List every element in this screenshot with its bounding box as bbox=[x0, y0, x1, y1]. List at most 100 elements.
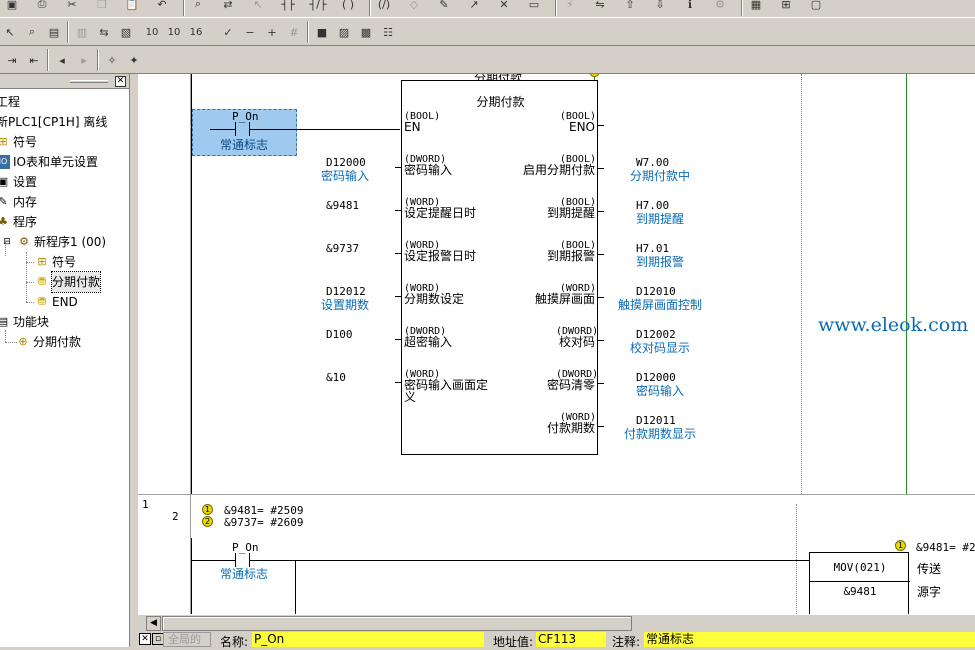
cut-icon[interactable]: ✂ bbox=[62, 0, 82, 14]
monitor-icon[interactable]: ▭ bbox=[524, 0, 544, 14]
search-icon[interactable]: ⌕ bbox=[22, 22, 42, 42]
zoom-in-icon[interactable]: + bbox=[262, 22, 282, 42]
find-icon[interactable]: ⌕ bbox=[188, 0, 208, 14]
panel-splitter[interactable] bbox=[130, 74, 138, 647]
undo-icon[interactable]: ↶ bbox=[152, 0, 172, 14]
fb-output-stub bbox=[598, 297, 604, 298]
comment-field[interactable]: 常通标志 bbox=[644, 632, 975, 647]
instruction-label: 源字 bbox=[917, 585, 942, 599]
replace-icon[interactable]: ⇄ bbox=[218, 0, 238, 14]
nav-next-icon[interactable]: ▸ bbox=[74, 50, 94, 70]
symbol-status-bar: ✕ ▫ 全局的 名称: P_On 地址值: CF113 注释: 常通标志 bbox=[138, 631, 975, 649]
contact-no-icon[interactable]: ┤├ bbox=[278, 0, 298, 14]
paste-icon[interactable]: 📋 bbox=[122, 0, 142, 14]
tree-item-plc[interactable]: 新PLC1[CP1H] 离线 bbox=[0, 112, 107, 132]
pen-icon[interactable]: ✎ bbox=[434, 0, 454, 14]
collapse-icon[interactable]: ⊟ bbox=[0, 235, 14, 249]
tool-icon[interactable]: ✦ bbox=[124, 50, 144, 70]
toolbar-number-button[interactable]: 10 bbox=[164, 22, 184, 42]
global-checkbox[interactable]: 全局的 bbox=[163, 632, 211, 647]
program-icon[interactable]: ▤ bbox=[44, 22, 64, 42]
nav-prev-icon[interactable]: ◂ bbox=[52, 50, 72, 70]
fb-input-stub bbox=[395, 210, 401, 211]
coil-icon[interactable]: ( ) bbox=[338, 0, 358, 14]
ladder-editor[interactable]: 分期付款 P_On 常通标志 分期付款 (BOOL)EN(DWORD)密码输入D… bbox=[138, 74, 975, 614]
io-table-icon[interactable]: ☷ bbox=[378, 22, 398, 42]
name-field[interactable]: P_On bbox=[252, 632, 484, 647]
grid-icon[interactable]: # bbox=[284, 22, 304, 42]
tree-item-label: 功能块 bbox=[13, 315, 50, 329]
tree-item-project[interactable]: 工程 bbox=[0, 92, 20, 112]
layout-icon[interactable]: ▩ bbox=[356, 22, 376, 42]
tree-item-program-symbols[interactable]: ⊞ 符号 bbox=[35, 252, 76, 272]
pointer-icon[interactable]: ↖ bbox=[0, 22, 20, 42]
print-icon[interactable]: ⎙ bbox=[32, 0, 52, 14]
toolbar-separator bbox=[183, 0, 185, 16]
tree-item-function-blocks[interactable]: ▤ 功能块 bbox=[0, 312, 49, 332]
coil-nc-icon[interactable]: (/) bbox=[374, 0, 394, 14]
block-icon[interactable]: ■ bbox=[312, 22, 332, 42]
cursor-icon[interactable]: ↗ bbox=[464, 0, 484, 14]
instruction-title: MOV(021) bbox=[833, 561, 887, 574]
chart-icon[interactable]: ▨ bbox=[334, 22, 354, 42]
check-icon[interactable]: ✓ bbox=[218, 22, 238, 42]
toolbar-row-1: ▣ ⎙ ✂ ❐ 📋 ↶ ⌕ ⇄ ↖ ┤├ ┤/├ ( ) (/) ◇ ✎ ↗ ✕ ▭ ⚡ ⇋ ⇧ ⇩ ℹ ⚙ ▦ ⊞ ▢ bbox=[0, 0, 975, 18]
zoom-out-icon[interactable]: − bbox=[240, 22, 260, 42]
rung-separator bbox=[138, 494, 975, 495]
scroll-left-icon[interactable]: ◀ bbox=[146, 616, 161, 631]
fb-output-name: 校对码 bbox=[558, 335, 595, 349]
copy-icon[interactable]: ❐ bbox=[92, 0, 112, 14]
tree-item-new-program[interactable]: ⊟ ⚙ 新程序1 (00) bbox=[0, 232, 106, 252]
fb-input-operand: &9481 bbox=[326, 199, 360, 212]
contact-wire bbox=[250, 129, 400, 130]
tree-item-fb-installment[interactable]: ⊕ 分期付款 bbox=[16, 332, 81, 352]
toolbar-number-button[interactable]: 10 bbox=[142, 22, 162, 42]
memory-icon[interactable]: ▦ bbox=[746, 0, 766, 14]
fb-output-stub bbox=[598, 383, 604, 384]
tree-item-end[interactable]: ⛃ END bbox=[35, 292, 78, 312]
function-block-folder-icon: ▤ bbox=[0, 315, 9, 328]
save-icon[interactable]: ▣ bbox=[2, 0, 22, 14]
fb-output-stub bbox=[598, 340, 604, 341]
compare-icon[interactable]: ⇋ bbox=[590, 0, 610, 14]
fb-output-name: 密码清零 bbox=[546, 378, 595, 392]
tree-item-symbols[interactable]: ⊞ 符号 bbox=[0, 132, 37, 152]
tree-item-settings[interactable]: ▣ 设置 bbox=[0, 172, 37, 192]
tree-item-programs[interactable]: ♣ 程序 bbox=[0, 212, 37, 232]
wand-icon[interactable]: ✧ bbox=[102, 50, 122, 70]
tree-item-label: END bbox=[52, 295, 78, 309]
close-icon[interactable]: ✕ bbox=[115, 76, 126, 87]
contact-nc-icon[interactable]: ┤/├ bbox=[308, 0, 328, 14]
close-icon[interactable]: ✕ bbox=[139, 633, 151, 645]
symbols-icon: ⊞ bbox=[37, 255, 47, 268]
panel-grip[interactable] bbox=[70, 80, 108, 83]
toolbar-number-button[interactable]: 16 bbox=[186, 22, 206, 42]
address-field[interactable]: CF113 bbox=[536, 632, 606, 647]
outdent-icon[interactable]: ⇤ bbox=[24, 50, 44, 70]
transfer-icon[interactable]: ⇆ bbox=[94, 22, 114, 42]
select-icon[interactable]: ↖ bbox=[248, 0, 268, 14]
info-icon[interactable]: ℹ bbox=[680, 0, 700, 14]
tree-item-memory[interactable]: ✎ 内存 bbox=[0, 192, 37, 212]
upload-icon[interactable]: ⇧ bbox=[620, 0, 640, 14]
horizontal-scrollbar[interactable]: ◀ bbox=[138, 614, 975, 631]
mixed-icon[interactable]: ▧ bbox=[116, 22, 136, 42]
online-icon[interactable]: ⚡ bbox=[560, 0, 580, 14]
mov-instruction[interactable]: MOV(021) &9481 bbox=[809, 552, 910, 614]
tree-item-io-table[interactable]: IO IO表和单元设置 bbox=[0, 152, 98, 172]
window-icon[interactable]: ▢ bbox=[806, 0, 826, 14]
fb-output-comment: 校对码显示 bbox=[629, 341, 690, 355]
contact-wire bbox=[210, 129, 235, 130]
io-icon[interactable]: ⊞ bbox=[776, 0, 796, 14]
download-icon[interactable]: ⇩ bbox=[650, 0, 670, 14]
settings-icon[interactable]: ⚙ bbox=[710, 0, 730, 14]
tree-item-section-installment[interactable]: ⛃ 分期付款 bbox=[35, 271, 102, 293]
gutter-line bbox=[138, 126, 191, 127]
tree-connector bbox=[26, 282, 34, 283]
indent-icon[interactable]: ⇥ bbox=[2, 50, 22, 70]
function-block-icon: ⊕ bbox=[18, 335, 28, 348]
scroll-thumb[interactable] bbox=[162, 616, 632, 631]
diamond-icon[interactable]: ◇ bbox=[404, 0, 424, 14]
diagram-icon[interactable]: ▥ bbox=[72, 22, 92, 42]
delete-icon[interactable]: ✕ bbox=[494, 0, 514, 14]
